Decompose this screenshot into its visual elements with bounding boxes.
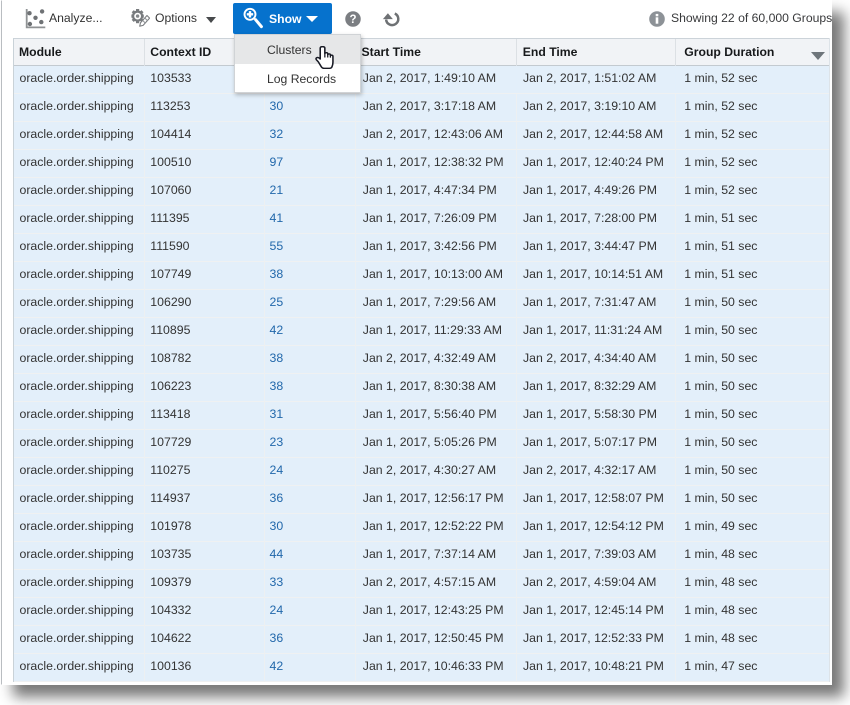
svg-text:?: ? <box>349 14 356 26</box>
